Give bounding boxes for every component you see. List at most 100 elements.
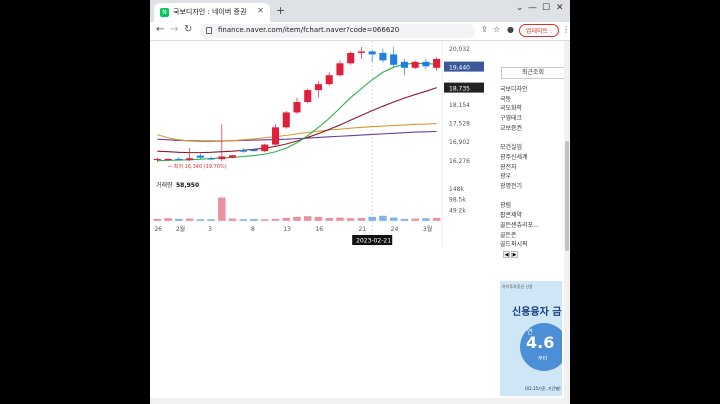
url-text: finance.naver.com/item/fchart.naver?code… <box>218 26 400 34</box>
date-axis-label: 16 <box>315 226 323 233</box>
volume-bar <box>379 215 387 221</box>
volume-bar <box>175 218 183 221</box>
volume-axis-label: 98.5k <box>449 197 466 204</box>
update-button[interactable]: 업데이트 : <box>519 24 559 37</box>
candle-body <box>229 155 237 158</box>
candle-body <box>164 158 172 161</box>
recent-stock-item[interactable]: 광전자 <box>500 162 517 171</box>
star-icon[interactable]: ☆ <box>493 25 500 34</box>
volume-axis-label: 49.2k <box>449 207 466 214</box>
reload-icon[interactable]: ↻ <box>184 24 192 35</box>
candle-body <box>196 155 204 158</box>
volume-bar <box>228 218 237 221</box>
volume-bar <box>293 216 301 221</box>
browser-tab[interactable]: N 국보디자인 : 네이버 증권 ✕ <box>154 3 270 22</box>
vertical-scrollbar[interactable] <box>564 41 570 404</box>
close-icon[interactable]: ✕ <box>257 6 264 15</box>
volume-bar <box>336 217 344 221</box>
tab-bar: N 국보디자인 : 네이버 증권 ✕ + ⌄ — ☐ ✕ <box>150 0 570 22</box>
scrollbar-thumb[interactable] <box>565 141 569 251</box>
browser-toolbar: ← → ↻ finance.naver.com/item/fchart.nave… <box>150 22 570 41</box>
menu-icon[interactable]: ⋮ <box>562 25 570 34</box>
recent-stock-item[interactable]: 국도화학 <box>500 103 522 112</box>
recent-stock-item[interactable]: 국동 <box>500 94 511 103</box>
back-icon[interactable]: ← <box>156 24 164 35</box>
candle-body <box>400 61 408 68</box>
recent-stock-item[interactable]: 국보디자인 <box>500 84 528 93</box>
ad-sub-text: 부터 <box>538 356 548 362</box>
recent-stock-item[interactable]: 구영테크 <box>500 113 522 122</box>
recent-stock-item[interactable]: 골든존 <box>500 230 517 239</box>
forward-icon[interactable]: → <box>170 24 178 35</box>
share-icon[interactable]: ⇪ <box>481 25 488 34</box>
advertisement-banner[interactable]: 하이투자증권 신용 신용융자 금 연 4.6 부터 (02.15기준, 기간별) <box>500 281 562 396</box>
cursor-date-label: 2023-02-21 <box>356 238 391 245</box>
date-axis-label: 2월 <box>176 225 185 233</box>
new-tab-icon[interactable]: + <box>276 4 285 18</box>
recent-stock-item[interactable]: 광주신세계 <box>500 152 528 161</box>
volume-bar <box>411 218 419 221</box>
volume-bar <box>207 219 215 221</box>
chevron-down-icon[interactable]: ⌄ <box>516 3 524 13</box>
candle-body <box>207 158 215 160</box>
page-content: 20,032 19,440 18,735 18,154 17,528 16,902 16,2… <box>150 41 570 404</box>
recent-stock-item[interactable]: 광명전기 <box>500 181 522 190</box>
volume-axis-label: 148k <box>449 186 464 193</box>
address-bar[interactable]: finance.naver.com/item/fchart.naver?code… <box>200 24 475 38</box>
volume-bar <box>432 217 441 221</box>
candle-body <box>422 61 430 67</box>
recent-view-header: 최근조회 <box>501 67 565 79</box>
candle-body <box>390 54 398 65</box>
recent-stock-item[interactable]: 골든센츄리포... <box>500 220 539 229</box>
volume-value: 58,950 <box>176 182 199 189</box>
date-axis-label: 3 <box>208 226 212 233</box>
volume-bar <box>218 197 226 221</box>
volume-bar <box>185 218 194 221</box>
candle-body <box>261 144 269 152</box>
candle-body <box>271 127 280 145</box>
volume-bar <box>282 217 291 221</box>
ad-headline: 신용융자 금 <box>512 307 562 318</box>
date-axis-label: 8 <box>251 226 255 233</box>
recent-stock-item[interactable]: 골드퍼시픽 <box>500 239 528 248</box>
recent-stock-item[interactable]: 팝콘제약 <box>500 210 522 219</box>
volume-bar <box>153 218 162 221</box>
candle-body <box>186 158 194 161</box>
stock-chart[interactable]: 20,032 19,440 18,735 18,154 17,528 16,902 16,2… <box>150 41 500 261</box>
tab-title: 국보디자인 : 네이버 증권 <box>173 8 247 16</box>
recent-stock-item[interactable]: 광우 <box>500 171 511 180</box>
date-axis-label: 13 <box>283 226 291 233</box>
window-close-icon[interactable]: ✕ <box>556 3 564 13</box>
volume-bar <box>389 217 398 221</box>
recent-stock-item[interactable]: 모건실업 <box>500 142 522 151</box>
low-price-label: ← 최저 16,340 (19.70%) <box>168 163 227 170</box>
price-axis-label: 17,528 <box>449 121 470 128</box>
volume-bar <box>368 216 376 221</box>
recent-stock-item[interactable]: 광림 <box>500 200 511 209</box>
maximize-icon[interactable]: ☐ <box>542 3 550 13</box>
ma-line-purple <box>157 130 437 142</box>
ad-rate-number: 4.6 <box>526 333 555 352</box>
recent-stock-item[interactable]: 교보증권 <box>500 123 522 132</box>
volume-bar <box>164 218 172 221</box>
profile-icon[interactable]: ● <box>507 25 514 34</box>
date-axis-label: 3월 <box>423 225 432 233</box>
horizontal-scrollbar[interactable] <box>150 398 564 404</box>
candle-body <box>293 102 301 113</box>
volume-bar <box>250 218 258 221</box>
price-axis-label: 18,154 <box>449 102 470 109</box>
candle-body <box>175 158 183 161</box>
volume-bar <box>314 216 323 221</box>
candle-body <box>379 52 387 61</box>
volume-bar <box>196 219 205 221</box>
next-page-button[interactable]: ▶ <box>511 251 518 258</box>
candle-body <box>282 112 290 128</box>
prev-page-button[interactable]: ◀ <box>503 251 510 258</box>
date-axis-label: 26 <box>154 226 162 233</box>
candle-body <box>218 156 226 160</box>
lock-icon <box>206 27 212 34</box>
ad-sponsor-text: 하이투자증권 신용 <box>502 284 533 289</box>
minimize-icon[interactable]: — <box>528 3 537 13</box>
volume-bar <box>357 217 366 221</box>
price-axis-label: 16,902 <box>449 139 470 146</box>
